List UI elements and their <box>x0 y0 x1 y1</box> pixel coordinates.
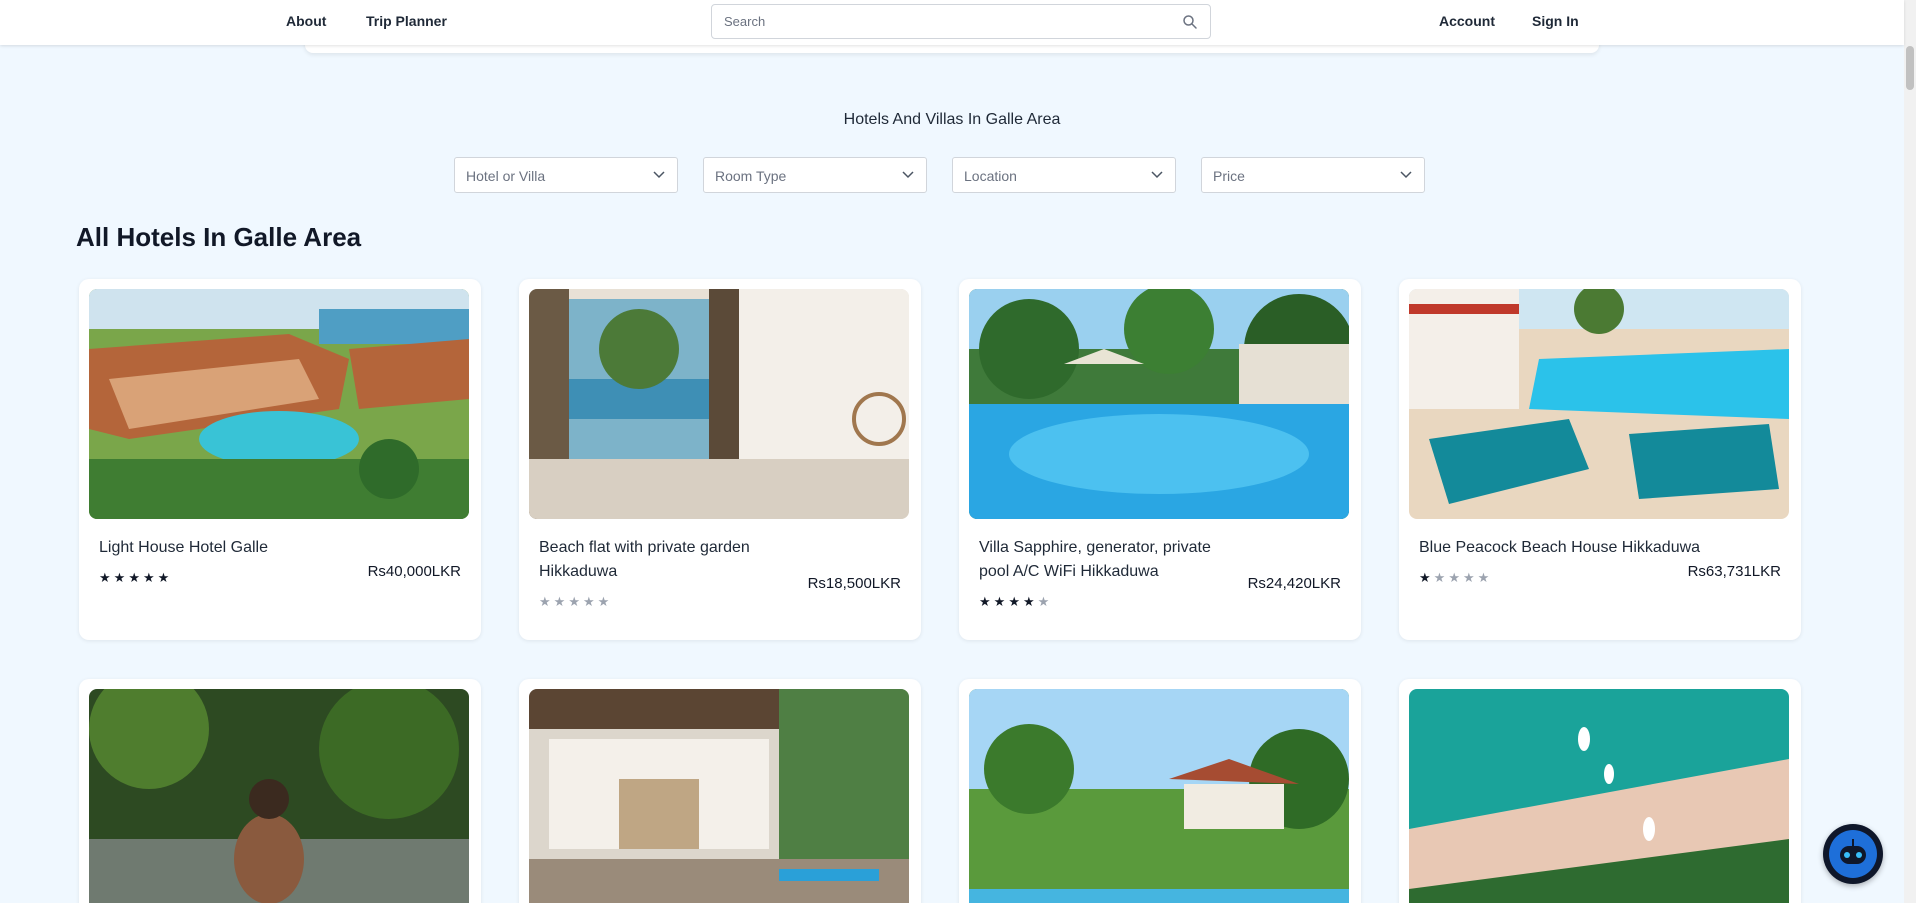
star-rating: ★ ★ ★ ★ ★ <box>1419 571 1489 585</box>
star-icon: ★ <box>1419 570 1431 585</box>
filter-room-type[interactable]: Room Type <box>703 157 927 193</box>
search-box <box>711 4 1211 39</box>
half-star-icon: ★ <box>1433 570 1446 585</box>
hotel-photo-beach-house-pool[interactable] <box>1409 289 1789 519</box>
hotel-card[interactable]: Light House Hotel Galle ★ ★ ★ ★ ★ Rs40,000LK… <box>79 279 481 640</box>
nav-about-link[interactable]: About <box>286 13 326 29</box>
hotel-photo-room-sea-view[interactable] <box>529 289 909 519</box>
hotel-price: Rs18,500LKR <box>807 575 901 592</box>
hotel-photo-beach-aerial[interactable] <box>1409 689 1789 903</box>
hotel-card[interactable] <box>79 679 481 903</box>
chevron-down-icon <box>902 171 914 179</box>
hotel-card[interactable]: Villa Sapphire, generator, private pool … <box>959 279 1361 640</box>
hotel-name[interactable]: Beach flat with private garden Hikkaduwa <box>539 536 789 584</box>
chatbot-button[interactable] <box>1823 824 1883 884</box>
filter-hotel-or-villa[interactable]: Hotel or Villa <box>454 157 678 193</box>
hotel-photo-villa-interior-patio[interactable] <box>529 689 909 903</box>
star-icon: ★ <box>1477 570 1490 585</box>
filter-label: Room Type <box>715 168 787 184</box>
nav-account-link[interactable]: Account <box>1439 13 1495 29</box>
hotel-photo-garden-villa[interactable] <box>969 689 1349 903</box>
hotel-price: Rs63,731LKR <box>1687 563 1781 580</box>
star-icon: ★ <box>993 594 1006 609</box>
star-icon: ★ <box>128 570 140 585</box>
hotel-card[interactable]: Beach flat with private garden Hikkaduwa… <box>519 279 921 640</box>
chevron-down-icon <box>653 171 665 179</box>
half-star-icon: ★ <box>1037 594 1050 609</box>
star-rating: ★ ★ ★ ★ ★ <box>99 571 169 585</box>
hotel-card[interactable]: Blue Peacock Beach House Hikkaduwa ★ ★ ★ ★ ★… <box>1399 279 1801 640</box>
star-icon: ★ <box>979 594 991 609</box>
hotel-photo-jungle-bath[interactable] <box>89 689 469 903</box>
hotel-name[interactable]: Blue Peacock Beach House Hikkaduwa <box>1419 536 1709 560</box>
hotel-name[interactable]: Villa Sapphire, generator, private pool … <box>979 536 1229 584</box>
filter-label: Price <box>1213 168 1245 184</box>
star-rating: ★ ★ ★ ★ ★ <box>539 595 609 609</box>
star-icon: ★ <box>1022 594 1035 609</box>
star-icon: ★ <box>553 594 566 609</box>
chevron-down-icon <box>1400 171 1412 179</box>
star-icon: ★ <box>582 594 595 609</box>
star-icon: ★ <box>142 570 155 585</box>
chatbot-icon <box>1829 830 1877 878</box>
scrollbar-thumb[interactable] <box>1906 46 1914 90</box>
filter-location[interactable]: Location <box>952 157 1176 193</box>
half-star-icon: ★ <box>539 594 551 609</box>
page-heading: All Hotels In Galle Area <box>76 222 362 252</box>
chevron-down-icon <box>1151 171 1163 179</box>
star-icon: ★ <box>113 570 126 585</box>
top-navbar: About Trip Planner Account Sign In <box>0 0 1904 45</box>
hotel-price: Rs24,420LKR <box>1247 575 1341 592</box>
star-icon: ★ <box>597 594 610 609</box>
star-icon: ★ <box>1462 570 1475 585</box>
star-icon: ★ <box>568 594 580 609</box>
search-input[interactable] <box>712 5 1152 38</box>
hotel-photo-villa-pool[interactable] <box>969 289 1349 519</box>
filter-label: Hotel or Villa <box>466 168 546 184</box>
section-title: Hotels And Villas In Galle Area <box>843 111 1061 128</box>
nav-sign-in-link[interactable]: Sign In <box>1532 13 1579 29</box>
star-icon: ★ <box>157 570 170 585</box>
star-rating: ★ ★ ★ ★ ★ <box>979 595 1049 609</box>
hotel-card[interactable] <box>519 679 921 903</box>
hotel-card[interactable] <box>959 679 1361 903</box>
filter-price[interactable]: Price <box>1201 157 1425 193</box>
star-icon: ★ <box>1008 594 1020 609</box>
hotel-price: Rs40,000LKR <box>367 563 461 580</box>
hotel-photo-hotel-pool-aerial[interactable] <box>89 289 469 519</box>
page-scrollbar[interactable] <box>1904 0 1916 903</box>
star-icon: ★ <box>1448 570 1460 585</box>
hotel-card[interactable] <box>1399 679 1801 903</box>
nav-trip-planner-link[interactable]: Trip Planner <box>366 13 447 29</box>
star-icon: ★ <box>99 570 111 585</box>
filter-label: Location <box>964 168 1017 184</box>
hotel-name[interactable]: Light House Hotel Galle <box>99 536 349 560</box>
search-icon[interactable] <box>1182 14 1198 30</box>
